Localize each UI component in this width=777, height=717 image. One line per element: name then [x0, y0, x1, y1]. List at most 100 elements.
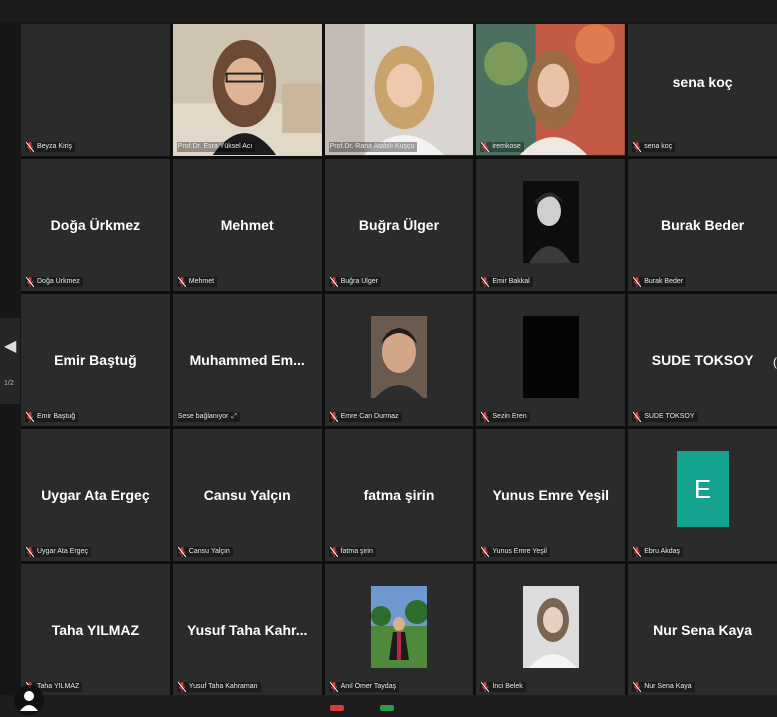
bottom-toolbar — [0, 685, 777, 717]
participant-label: Burak Beder — [632, 277, 687, 287]
participant-tile[interactable]: Emir Bakkal — [476, 159, 626, 291]
participant-label: Doğa Ürkmez — [25, 277, 83, 287]
participant-label: Mehmet — [176, 277, 218, 287]
participant-label: Ebru Akdaş — [632, 547, 683, 557]
participant-label: Emre Can Durmaz — [328, 412, 402, 422]
participant-display-name: Doğa Ürkmez — [50, 217, 141, 233]
participant-tile[interactable]: sena koç sena koç — [628, 24, 777, 156]
participant-name: Burak Beder — [644, 278, 684, 285]
muted-mic-icon — [481, 277, 490, 287]
profile-photo — [522, 181, 579, 263]
participant-label: fatma şirin — [328, 547, 376, 557]
participant-tile-active-speaker[interactable]: Prof.Dr. Esra Yüksel Acı — [172, 24, 322, 156]
muted-mic-icon — [329, 682, 338, 692]
participant-label: Emir Baştuğ — [25, 412, 79, 422]
participant-display-name: Cansu Yalçın — [203, 487, 291, 503]
initial-avatar: E — [676, 451, 729, 527]
participant-name: SUDE TOKSOY — [644, 413, 695, 420]
participant-label: Cansu Yalçın — [176, 547, 233, 557]
participant-tile[interactable]: Uygar Ata Ergeç Uygar Ata Ergeç — [21, 429, 170, 561]
participant-tile[interactable]: Taha YILMAZ Taha YILMAZ — [21, 564, 170, 696]
muted-mic-icon — [481, 547, 490, 557]
participant-label: Sese bağlanıyor ⤢ — [176, 412, 240, 422]
muted-mic-icon — [633, 277, 642, 287]
participant-name: Prof.Dr. Esra Yüksel Acı — [177, 143, 253, 150]
participant-tile[interactable]: Doğa Ürkmez Doğa Ürkmez — [21, 159, 170, 291]
video-feed — [172, 24, 322, 155]
next-page-hint[interactable]: ( — [773, 355, 777, 369]
participant-name: Anıl Ömer Taydaş — [340, 683, 397, 690]
participant-tile[interactable]: Emre Can Durmaz — [324, 294, 474, 426]
participant-tile[interactable]: Sezin Eren — [476, 294, 626, 426]
participant-name: İnci Belek — [492, 683, 523, 690]
participant-display-name: Muhammed Em... — [189, 352, 305, 368]
participant-name: Sezin Eren — [492, 413, 527, 420]
participant-tile[interactable]: Buğra Ülger Buğra Ülger — [324, 159, 474, 291]
muted-mic-icon — [329, 277, 338, 287]
participant-label: Yusuf Taha Kahraman — [176, 682, 261, 692]
participant-display-name: Burak Beder — [660, 217, 745, 233]
muted-mic-icon — [26, 277, 34, 287]
page-navigation[interactable]: ◀ 1/2 — [0, 318, 20, 404]
profile-photo — [370, 316, 427, 398]
participant-label: Emir Bakkal — [480, 277, 533, 287]
participant-name: Emir Bakkal — [492, 278, 530, 285]
muted-mic-icon — [633, 142, 642, 152]
muted-mic-icon — [177, 277, 186, 287]
muted-mic-icon — [633, 682, 642, 692]
participant-tile[interactable]: Yunus Emre Yeşil Yunus Emre Yeşil — [476, 429, 626, 561]
muted-mic-icon — [329, 412, 338, 422]
participant-display-name: Buğra Ülger — [358, 217, 440, 233]
participant-tile[interactable]: Mehmet Mehmet — [172, 159, 322, 291]
participant-label: SUDE TOKSOY — [632, 412, 698, 422]
participant-display-name: Taha YILMAZ — [51, 622, 140, 638]
participant-tile[interactable]: E Ebru Akdaş — [628, 429, 777, 561]
muted-mic-icon — [329, 547, 338, 557]
participant-name: Beyza Kiriş — [37, 143, 73, 150]
previous-page-icon[interactable]: ◀ — [4, 336, 16, 356]
participant-label: Prof.Dr. Esra Yüksel Acı — [176, 142, 256, 152]
participant-label: Prof.Dr. Rana Atabilı Kuşçu — [328, 142, 418, 152]
participant-tile[interactable]: fatma şirin fatma şirin — [324, 429, 474, 561]
participant-label: Buğra Ülger — [328, 277, 381, 287]
profile-photo — [522, 586, 579, 668]
muted-mic-icon — [26, 142, 34, 152]
participant-label: Anıl Ömer Taydaş — [328, 682, 400, 692]
participant-name: Uygar Ata Ergeç — [37, 548, 88, 555]
participant-tile[interactable]: Prof.Dr. Rana Atabilı Kuşçu — [324, 24, 474, 156]
participant-tile[interactable]: Emir Baştuğ Emir Baştuğ — [21, 294, 170, 426]
participant-label: iremkose — [480, 142, 524, 152]
muted-mic-icon — [633, 547, 642, 557]
participant-display-name: Nur Sena Kaya — [653, 622, 752, 638]
muted-mic-icon — [26, 412, 34, 422]
participant-tile[interactable]: Cansu Yalçın Cansu Yalçın — [172, 429, 322, 561]
connecting-icon: ⤢ — [231, 413, 237, 420]
record-indicator[interactable] — [330, 705, 344, 711]
participant-name: Prof.Dr. Rana Atabilı Kuşçu — [329, 143, 415, 150]
status-indicator[interactable] — [380, 705, 394, 711]
participant-display-name: Yunus Emre Yeşil — [492, 487, 610, 503]
participant-display-name: fatma şirin — [363, 487, 435, 503]
participant-name: Emre Can Durmaz — [340, 413, 399, 420]
participant-tile[interactable]: SUDE TOKSOY SUDE TOKSOY — [628, 294, 777, 426]
participant-tile[interactable]: Anıl Ömer Taydaş — [324, 564, 474, 696]
participant-label: sena koç — [632, 142, 676, 152]
muted-mic-icon — [26, 547, 34, 557]
participant-tile[interactable]: Beyza Kiriş — [21, 24, 170, 156]
participant-tile[interactable]: iremkose — [476, 24, 626, 156]
participant-label: Sezin Eren — [480, 412, 530, 422]
participant-tile[interactable]: Nur Sena Kaya Nur Sena Kaya — [628, 564, 777, 696]
participant-tile[interactable]: İnci Belek — [476, 564, 626, 696]
person-icon[interactable] — [14, 685, 44, 715]
participant-display-name: Yusuf Taha Kahr... — [187, 622, 308, 638]
video-feed — [476, 24, 626, 155]
participant-tile[interactable]: Burak Beder Burak Beder — [628, 159, 777, 291]
muted-mic-icon — [633, 412, 642, 422]
participant-label: Beyza Kiriş — [25, 142, 76, 152]
participant-label: Yunus Emre Yeşil — [480, 547, 550, 557]
top-bar — [0, 0, 777, 22]
participant-name: Doğa Ürkmez — [37, 278, 80, 285]
participant-label: Uygar Ata Ergeç — [25, 547, 91, 557]
participant-tile[interactable]: Muhammed Em... Sese bağlanıyor ⤢ — [172, 294, 322, 426]
participant-tile[interactable]: Yusuf Taha Kahr... Yusuf Taha Kahraman — [172, 564, 322, 696]
